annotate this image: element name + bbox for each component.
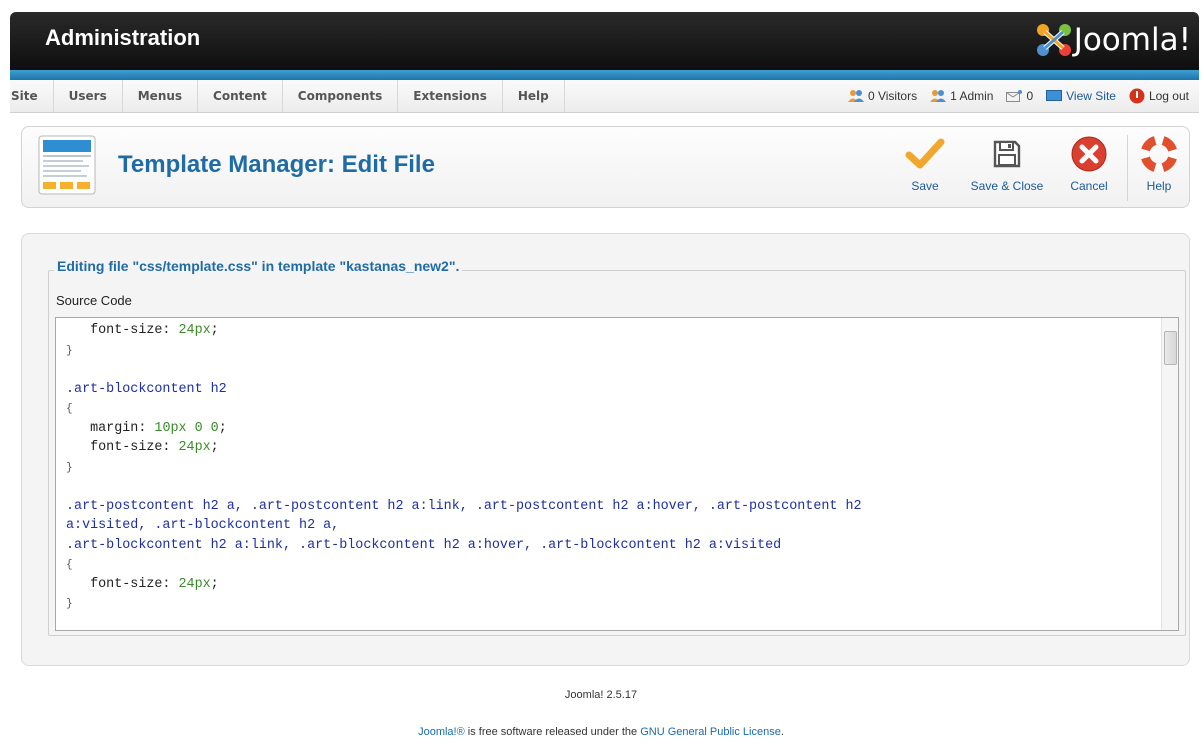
save-label: Save [911,179,939,193]
logout-label: Log out [1148,89,1189,103]
code-line: } [66,458,1136,478]
menu-item-site[interactable]: Site [10,80,54,112]
code-content: font-size: 24px;} .art-blockcontent h2{ … [66,321,1136,614]
menu-item-content[interactable]: Content [198,80,283,112]
code-line: } [66,341,1136,361]
page-title: Template Manager: Edit File [118,151,435,178]
messages-count: 0 [1026,89,1034,103]
footer-license: Joomla!® is free software released under… [0,726,1202,738]
floppy-disk-icon [993,140,1021,168]
code-token-val: 24px [178,323,211,338]
code-token-val: 24px [178,576,211,592]
messages-status[interactable]: 0 [1006,89,1033,103]
code-token-prop: font-size: [66,576,179,592]
view-site-label: View Site [1066,89,1116,103]
edit-file-panel: Editing file "css/template.css" in templ… [21,233,1190,666]
license-text: is free software released under the [464,726,641,738]
menu-item-help[interactable]: Help [503,80,565,112]
code-line: .art-blockcontent h2 [66,380,1136,400]
cancel-button[interactable]: Cancel [1062,135,1116,193]
code-line: a:visited, .art-blockcontent h2 a, [66,516,1136,536]
save-close-label: Save & Close [970,179,1044,193]
scrollbar-thumb[interactable] [1164,331,1177,365]
page-toolbar: Template Manager: Edit File Save Save & … [21,126,1190,208]
power-icon [1129,88,1145,104]
code-token-val: 24px [178,440,211,455]
footer-version: Joomla! 2.5.17 [564,689,638,701]
cancel-label: Cancel [1070,179,1108,193]
code-line: font-size: 24px; [66,575,1136,595]
license-suffix: . [780,726,784,738]
code-line: } [66,594,1136,614]
lifebuoy-icon [1141,136,1177,172]
source-code-label: Source Code [56,293,132,308]
menu-item-menus[interactable]: Menus [123,80,199,112]
menu-item-users[interactable]: Users [54,80,123,112]
menu-item-components[interactable]: Components [283,80,399,112]
code-token-brace: } [66,598,73,610]
code-token-brace: } [66,344,73,357]
joomla-logo-icon [1036,24,1071,56]
cancel-x-icon [1071,136,1107,172]
code-token-prop: ; [218,420,227,436]
source-code-editor[interactable]: font-size: 24px;} .art-blockcontent h2{ … [55,317,1179,631]
joomla-logo[interactable]: Joomla! [1034,21,1191,59]
help-button[interactable]: Help [1136,135,1182,193]
code-token-brace: { [66,559,73,571]
users-icon [847,90,864,102]
code-line: { [66,555,1136,575]
monitor-icon [1046,90,1063,101]
code-token-sel: .art-blockcontent h2 [66,381,227,397]
editor-scrollbar[interactable] [1161,318,1178,630]
view-site-link[interactable]: View Site [1046,89,1116,103]
checkmark-icon [905,138,945,169]
code-token-prop: ; [210,576,219,592]
code-token-prop: font-size: [66,440,179,455]
gpl-link[interactable]: GNU General Public License [640,726,781,738]
toolbar-divider [1127,135,1128,201]
code-token-prop: ; [210,440,219,455]
code-token-sel: a:visited, .art-blockcontent h2 a, [66,518,340,533]
admin-users-icon [930,90,947,102]
save-button[interactable]: Save [902,135,948,193]
joomla-wordmark: Joomla! [1073,22,1191,58]
code-line: .art-postcontent h2 a, .art-postcontent … [66,497,1136,517]
admins-status: 1 Admin [930,89,993,103]
help-label: Help [1146,179,1172,193]
code-token-sel: .art-blockcontent h2 a:link, .art-blockc… [66,537,782,553]
code-line: font-size: 24px; [66,321,1136,341]
menu-item-extensions[interactable]: Extensions [398,80,503,112]
status-bar: 0 Visitors 1 Admin 0 View Site Log out [847,80,1199,112]
template-manager-icon [38,135,96,200]
save-close-button[interactable]: Save & Close [962,135,1052,193]
code-token-prop: font-size: [66,323,179,338]
main-menu: Site Users Menus Content Components Exte… [10,80,1199,113]
code-token-prop: margin: [66,420,155,436]
code-line: { [66,399,1136,419]
visitors-count: 0 Visitors [867,89,918,103]
code-line: margin: 10px 0 0; [66,419,1136,439]
visitors-status: 0 Visitors [847,89,918,103]
code-token-brace: } [66,461,73,474]
logout-link[interactable]: Log out [1129,88,1189,104]
joomla-link[interactable]: Joomla!® [418,726,465,738]
admins-count: 1 Admin [950,89,994,103]
code-line: font-size: 24px; [66,438,1136,458]
header-title: Administration [45,25,201,50]
code-token-sel: .art-postcontent h2 a, .art-postcontent … [66,498,862,514]
code-token-val: 10px 0 0 [154,420,219,436]
fieldset-legend: Editing file "css/template.css" in templ… [54,258,463,274]
header-accent-strip [10,70,1199,80]
code-line: .art-blockcontent h2 a:link, .art-blockc… [66,536,1136,556]
code-token-prop: ; [210,323,219,338]
admin-header: Administration Joomla! [10,12,1199,70]
mail-icon [1006,90,1023,102]
code-token-brace: { [66,403,73,415]
